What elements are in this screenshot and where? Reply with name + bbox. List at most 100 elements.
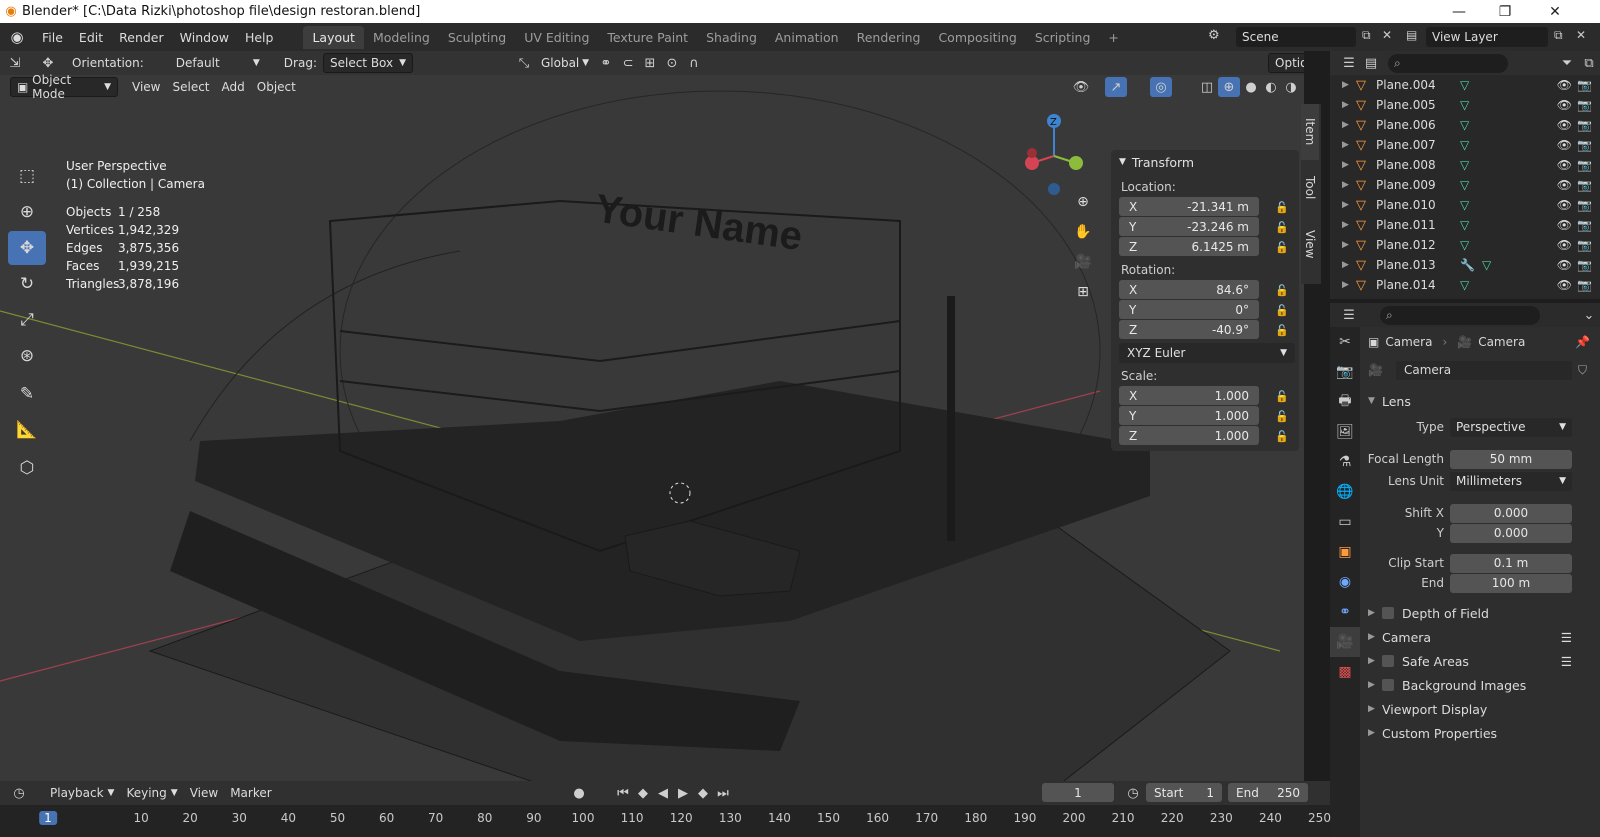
scene-tab-icon[interactable]: ⚗ xyxy=(1330,447,1360,477)
menu-help[interactable]: Help xyxy=(237,30,282,45)
location-z-field[interactable]: Z 6.1425 m xyxy=(1119,237,1259,256)
lock-icon[interactable]: 🔓 xyxy=(1275,410,1289,423)
tab-modeling[interactable]: Modeling xyxy=(364,26,439,49)
eye-icon[interactable]: 👁 xyxy=(1557,278,1572,292)
filter-icon[interactable]: ⏷ xyxy=(1556,53,1578,73)
current-frame-field[interactable]: 1 xyxy=(1042,783,1114,802)
camera-view-icon[interactable]: 🎥 xyxy=(1071,250,1095,274)
menu-playback[interactable]: Playback ▼ xyxy=(44,783,120,803)
play-icon[interactable]: ▶ xyxy=(672,783,694,803)
physics-tab-icon[interactable]: ◉ xyxy=(1330,567,1360,597)
falloff-icon[interactable]: ∩ xyxy=(683,53,705,73)
depth-of-field-checkbox[interactable] xyxy=(1382,607,1394,619)
list-item[interactable]: ▶ ▽ Plane.013 🔧 ▽ 👁 📷 xyxy=(1330,255,1600,275)
list-item[interactable]: ▶ ▽ Plane.004 ▽ 👁 📷 xyxy=(1330,75,1600,95)
rendered-shading-icon[interactable]: ◑ xyxy=(1280,77,1302,97)
lens-panel-header[interactable]: ▼ Lens xyxy=(1360,389,1600,413)
background-images-panel[interactable]: ▶ Background Images xyxy=(1360,673,1600,697)
expand-icon[interactable]: ▶ xyxy=(1342,80,1356,90)
tab-rendering[interactable]: Rendering xyxy=(848,26,930,49)
camera-icon[interactable]: 📷 xyxy=(1577,178,1592,192)
sidebar-tab-view[interactable]: View xyxy=(1301,216,1319,272)
editor-type-icon[interactable]: ☰ xyxy=(1338,305,1360,325)
camera-icon[interactable]: 📷 xyxy=(1577,198,1592,212)
scale-x-field[interactable]: X 1.000 xyxy=(1119,386,1259,405)
scene-selector[interactable]: Scene xyxy=(1236,27,1356,47)
eye-icon[interactable]: 👁 xyxy=(1557,258,1572,272)
camera-icon[interactable]: 📷 xyxy=(1577,258,1592,272)
eye-icon[interactable]: 👁 xyxy=(1557,158,1572,172)
camera-icon[interactable]: 📷 xyxy=(1577,158,1592,172)
list-item[interactable]: ▶ ▽ Plane.008 ▽ 👁 📷 xyxy=(1330,155,1600,175)
view-layer-remove-icon[interactable]: ✕ xyxy=(1576,28,1586,42)
cursor-tool-icon[interactable]: ⊕ xyxy=(8,195,46,229)
tab-scripting[interactable]: Scripting xyxy=(1026,26,1100,49)
blender-menu-icon[interactable]: ◉ xyxy=(0,28,34,46)
preview-range-clock-icon[interactable]: ◷ xyxy=(1122,783,1144,803)
camera-data-tab-icon[interactable]: 🎥 xyxy=(1330,627,1360,657)
auto-keying-record-icon[interactable]: ● xyxy=(568,783,590,803)
location-y-field[interactable]: Y -23.246 m xyxy=(1119,217,1259,236)
scale-z-field[interactable]: Z 1.000 xyxy=(1119,426,1259,445)
lock-icon[interactable]: 🔓 xyxy=(1275,324,1289,337)
transform-panel-header[interactable]: ▼ Transform xyxy=(1111,150,1299,174)
snap-target-icon[interactable]: ⊞ xyxy=(639,53,661,73)
view-layer-copy-icon[interactable]: ⧉ xyxy=(1554,28,1563,43)
output-tab-icon[interactable]: 🖶 xyxy=(1330,387,1360,417)
display-mode-icon[interactable]: ▤ xyxy=(1360,53,1382,73)
eye-icon[interactable]: 👁 xyxy=(1557,178,1572,192)
world-tab-icon[interactable]: 🌐 xyxy=(1330,477,1360,507)
jump-end-icon[interactable]: ⏭ xyxy=(712,783,734,803)
proportional-edit-icon[interactable]: ⊙ xyxy=(661,53,683,73)
select-box-tool-icon[interactable]: ⬚ xyxy=(8,159,46,193)
eye-icon[interactable]: 👁 xyxy=(1557,78,1572,92)
3d-viewport[interactable]: Your Name ⇲ ✥ Orientation: Default ▼ Drag… xyxy=(0,51,1304,781)
move-transform-icon[interactable]: ✥ xyxy=(30,53,66,73)
list-item[interactable]: ▶ ▽ Plane.010 ▽ 👁 📷 xyxy=(1330,195,1600,215)
close-button[interactable]: ✕ xyxy=(1532,0,1578,23)
outliner-search-input[interactable]: ⌕ xyxy=(1388,53,1508,73)
zoom-icon[interactable]: ⊕ xyxy=(1071,190,1095,214)
tab-uv-editing[interactable]: UV Editing xyxy=(515,26,598,49)
measure-tool-icon[interactable]: 📐 xyxy=(8,413,46,447)
minimize-button[interactable]: — xyxy=(1436,0,1482,23)
drag-dropdown[interactable]: Select Box ▼ xyxy=(322,53,413,73)
list-item[interactable]: ▶ ▽ Plane.012 ▽ 👁 📷 xyxy=(1330,235,1600,255)
menu-view[interactable]: View xyxy=(126,77,166,97)
custom-properties-panel[interactable]: ▶ Custom Properties xyxy=(1360,721,1600,745)
rotation-mode-dropdown[interactable]: XYZ Euler ▼ xyxy=(1119,343,1295,363)
properties-search-input[interactable]: ⌕ xyxy=(1380,305,1540,325)
maximize-button[interactable]: ❐ xyxy=(1482,0,1528,23)
object-tab-icon[interactable]: ▣ xyxy=(1330,537,1360,567)
navigation-gizmo[interactable]: Z xyxy=(1020,111,1090,201)
sidebar-tab-tool[interactable]: Tool xyxy=(1301,160,1319,216)
orientation-dropdown[interactable]: Default ▼ xyxy=(170,53,266,73)
eye-icon[interactable]: 👁 xyxy=(1557,218,1572,232)
ortho-grid-icon[interactable]: ⊞ xyxy=(1071,280,1095,304)
camera-icon[interactable]: 📷 xyxy=(1577,78,1592,92)
pan-hand-icon[interactable]: ✋ xyxy=(1071,220,1095,244)
menu-render[interactable]: Render xyxy=(111,30,172,45)
eye-icon[interactable]: 👁 xyxy=(1557,118,1572,132)
rotate-tool-icon[interactable]: ↻ xyxy=(8,267,46,301)
camera-datablock-icon[interactable]: 🎥 xyxy=(1368,363,1396,377)
camera-panel[interactable]: ▶ Camera ☰ xyxy=(1360,625,1600,649)
list-item[interactable]: ▶ ▽ Plane.011 ▽ 👁 📷 xyxy=(1330,215,1600,235)
scene-remove-icon[interactable]: ✕ xyxy=(1382,28,1392,42)
expand-icon[interactable]: ▶ xyxy=(1342,140,1356,150)
camera-icon[interactable]: 📷 xyxy=(1577,278,1592,292)
texture-tab-icon[interactable]: ▩ xyxy=(1330,657,1360,687)
tab-shading[interactable]: Shading xyxy=(697,26,766,49)
jump-start-icon[interactable]: ⏮ xyxy=(612,783,634,803)
next-keyframe-icon[interactable]: ◆ xyxy=(692,783,714,803)
list-icon[interactable]: ☰ xyxy=(1561,654,1572,669)
rotation-z-field[interactable]: Z -40.9° xyxy=(1119,320,1259,339)
gizmo-toggle-icon[interactable]: ↗ xyxy=(1105,77,1127,97)
menu-edit[interactable]: Edit xyxy=(71,30,111,45)
tab-animation[interactable]: Animation xyxy=(766,26,848,49)
add-cube-tool-icon[interactable]: ⬡ xyxy=(8,451,46,485)
eye-icon[interactable]: 👁 xyxy=(1557,238,1572,252)
expand-icon[interactable]: ▶ xyxy=(1342,100,1356,110)
expand-icon[interactable]: ▶ xyxy=(1342,240,1356,250)
wireframe-shading-icon[interactable]: ⊕ xyxy=(1218,77,1240,97)
